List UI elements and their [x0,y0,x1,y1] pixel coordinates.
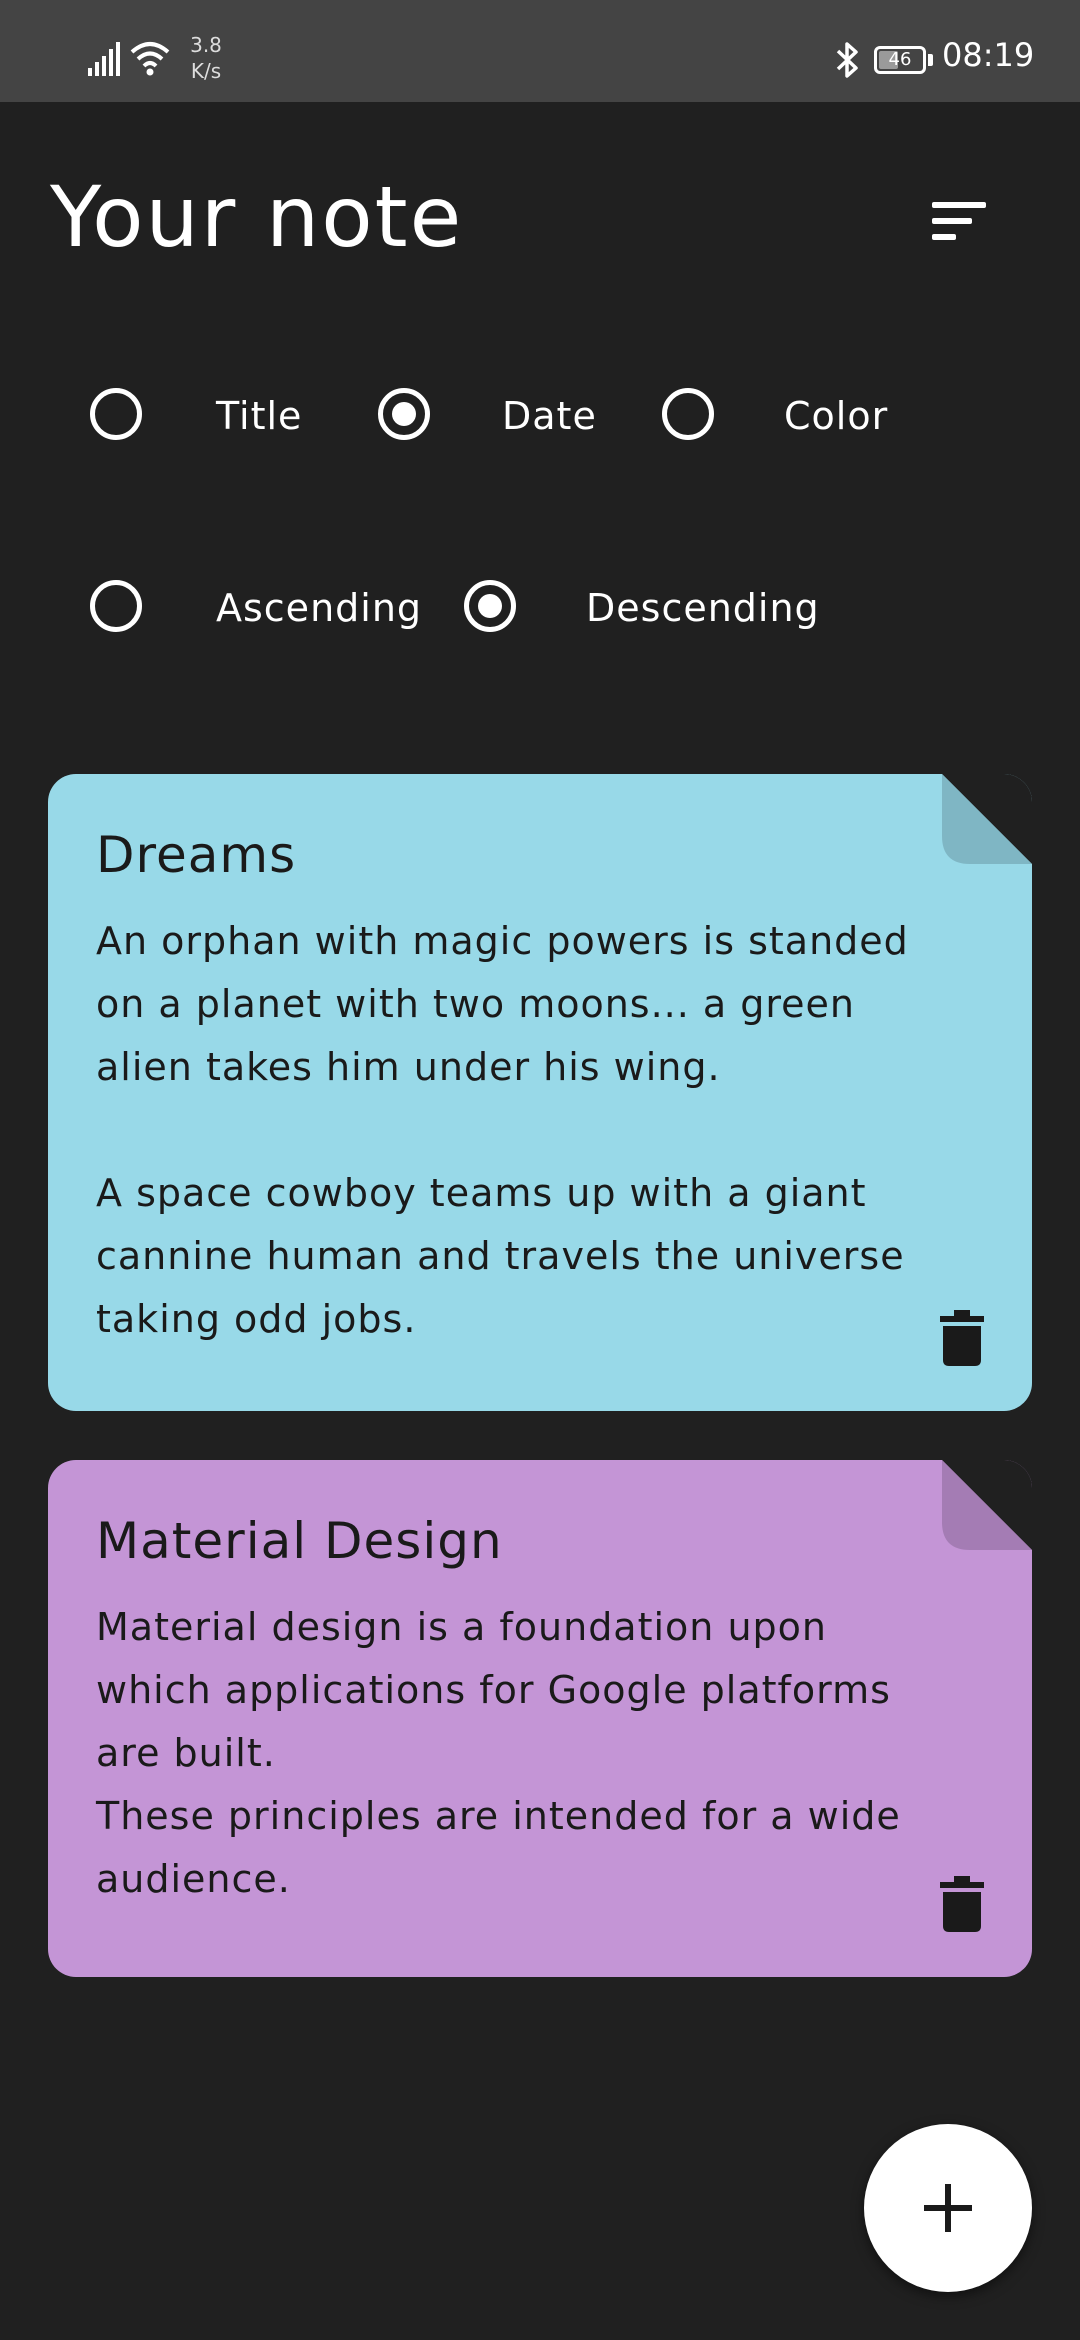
radio-label-ascending[interactable]: Ascending [216,586,422,630]
radio-date[interactable] [378,388,430,440]
battery-tip [928,54,933,66]
radio-label-date[interactable]: Date [502,394,597,438]
note-body: Material design is a foundation upon whi… [96,1605,901,1901]
battery-level-text: 46 [888,49,912,70]
note-title: Dreams [96,826,297,884]
sort-lines-icon[interactable] [928,196,990,246]
radio-label-title[interactable]: Title [216,394,302,438]
note-card[interactable]: Material Design Material design is a fou… [48,1460,1032,1977]
network-speed-value: 3.8 [190,33,222,57]
note-corner-fold [942,774,1032,864]
note-title: Material Design [96,1512,503,1570]
wifi-icon [130,42,170,76]
order-group: Ascending Descending [0,570,1080,650]
add-note-button[interactable] [864,2124,1032,2292]
clock: 08:19 [942,36,1035,74]
signal-icon [88,42,120,76]
battery-indicator: 46 [874,46,926,74]
page-title: Your note [50,168,464,266]
note-corner-fold [942,1460,1032,1550]
trash-icon[interactable] [940,1876,984,1932]
radio-title[interactable] [90,388,142,440]
radio-label-color[interactable]: Color [784,394,888,438]
status-bar: 3.8 K/s 46 08:19 [0,0,1080,102]
network-speed: 3.8 K/s [186,32,226,84]
trash-icon[interactable] [940,1310,984,1366]
plus-icon [924,2184,972,2232]
sort-by-group: Title Date Color [0,378,1080,458]
note-body: An orphan with magic powers is standed o… [96,919,909,1341]
bluetooth-icon [836,42,858,78]
radio-descending[interactable] [464,580,516,632]
network-speed-unit: K/s [190,59,222,83]
radio-label-descending[interactable]: Descending [586,586,820,630]
note-card[interactable]: Dreams An orphan with magic powers is st… [48,774,1032,1411]
radio-ascending[interactable] [90,580,142,632]
radio-color[interactable] [662,388,714,440]
